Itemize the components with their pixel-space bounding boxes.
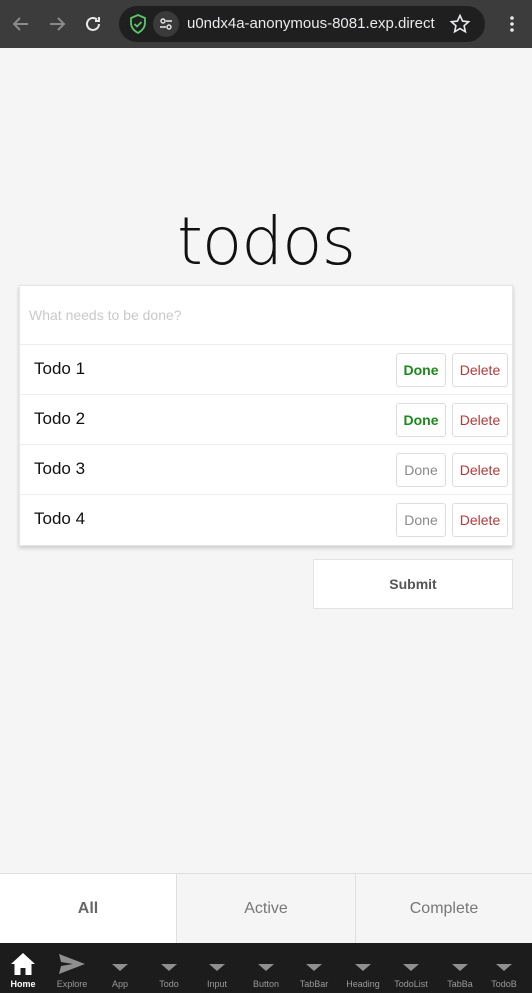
nav-item-home[interactable]: Home [0,943,47,993]
nav-label: Heading [346,979,380,989]
nav-label: TabBar [299,979,329,989]
send-icon [48,951,96,977]
bookmark-star-icon[interactable] [449,13,471,35]
done-button[interactable]: Done [396,403,446,437]
todo-label: Todo 4 [34,509,86,528]
address-bar[interactable]: u0ndx4a-anonymous-8081.exp.direct [119,6,485,42]
done-button[interactable]: Done [396,353,446,387]
nav-item-button[interactable]: Button [242,943,290,993]
tab-active[interactable]: Active [177,874,356,944]
nav-item-app[interactable]: App [96,943,144,993]
triangle-icon [339,951,387,977]
delete-button[interactable]: Delete [452,453,508,487]
triangle-icon [145,951,193,977]
nav-item-todolist[interactable]: TodoList [387,943,435,993]
nav-label: TabBa [447,979,473,989]
nav-label: Button [252,979,280,989]
nav-label: Todo [159,979,179,989]
nav-item-todob[interactable]: TodoB [480,943,528,993]
site-settings-icon[interactable] [153,11,179,37]
done-button[interactable]: Done [396,503,446,537]
done-button[interactable]: Done [396,453,446,487]
reload-button[interactable] [78,8,108,40]
nav-label: Home [10,979,36,989]
nav-label: App [111,979,128,989]
browser-menu-button[interactable] [500,8,524,40]
triangle-icon [480,951,528,977]
triangle-icon [387,951,435,977]
arrow-right-icon [50,17,66,31]
todo-label: Todo 2 [34,409,86,428]
nav-item-heading[interactable]: Heading [339,943,387,993]
reload-icon [86,16,100,31]
todo-label: Todo 1 [34,359,86,378]
todo-card: Todo 1 Done Delete Todo 2 Done Delete To… [19,285,513,546]
nav-item-input[interactable]: Input [193,943,241,993]
nav-label: TodoB [491,979,517,989]
todo-item: Todo 2 Done Delete [20,395,512,445]
submit-button[interactable]: Submit [313,559,513,609]
forward-button[interactable] [42,8,72,40]
home-icon [0,951,47,977]
triangle-icon [436,951,484,977]
nav-item-todo[interactable]: Todo [145,943,193,993]
nav-item-explore[interactable]: Explore [48,943,96,993]
todo-item: Todo 4 Done Delete [20,495,512,545]
todo-label: Todo 3 [34,459,86,478]
delete-button[interactable]: Delete [452,403,508,437]
delete-button[interactable]: Delete [452,353,508,387]
todo-item: Todo 1 Done Delete [20,345,512,395]
triangle-icon [193,951,241,977]
todo-item: Todo 3 Done Delete [20,445,512,495]
nav-label: Explore [56,979,88,989]
nav-item-tabbar[interactable]: TabBar [290,943,338,993]
shield-icon [130,14,146,35]
more-vert-icon [510,16,514,32]
app-title: todos [177,203,356,280]
back-button[interactable] [6,8,36,40]
new-todo-input[interactable] [20,286,512,345]
nav-item-tabbar-2[interactable]: TabBa [436,943,484,993]
triangle-icon [290,951,338,977]
delete-button[interactable]: Delete [452,503,508,537]
tab-all[interactable]: All [0,874,177,944]
filter-tab-bar: All Active Complete [0,873,532,944]
bottom-navigation: Home Explore App Todo Input Button TabBa… [0,943,532,993]
nav-label: Input [206,979,228,989]
tab-complete[interactable]: Complete [356,874,532,944]
triangle-icon [96,951,144,977]
nav-label: TodoList [394,979,428,989]
triangle-icon [242,951,290,977]
arrow-left-icon [12,17,28,31]
browser-toolbar: u0ndx4a-anonymous-8081.exp.direct [0,0,532,48]
url-text: u0ndx4a-anonymous-8081.exp.direct [187,15,435,32]
